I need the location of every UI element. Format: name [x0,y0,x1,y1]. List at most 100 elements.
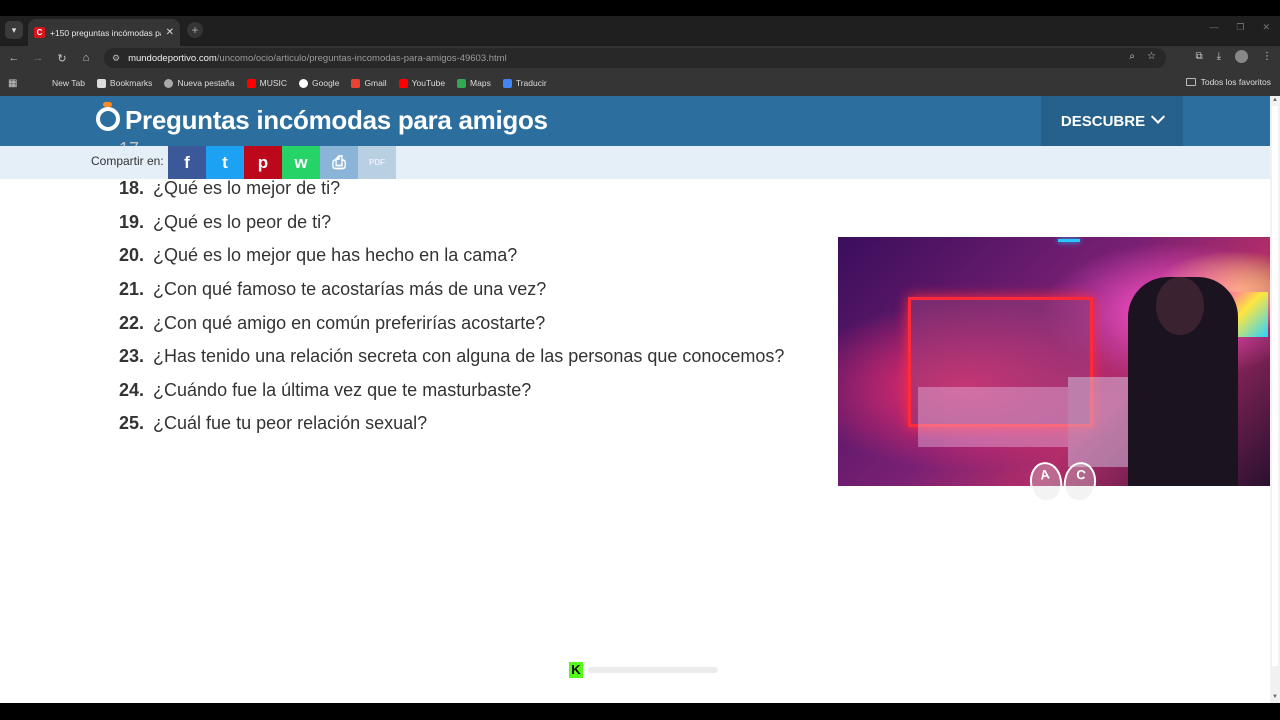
bookmark-item[interactable]: Maps [457,78,491,88]
question-item: 20. ¿Qué es lo mejor que has hecho en la … [119,239,784,273]
google-icon [299,78,309,88]
apps-grid-icon[interactable]: ▦ [8,78,24,89]
kick-logo-icon: K [569,661,583,678]
bookmark-label: Maps [470,78,491,88]
tab-title: +150 preguntas incómodas pa [50,27,161,38]
url-path: /uncomo/ocio/articulo/preguntas-incomoda… [216,52,507,64]
menu-kebab-icon[interactable]: ⋮ [1262,51,1272,62]
question-number: 25. [119,413,145,434]
site-favicon-icon: C [34,27,45,38]
question-item: 25. ¿Cuál fue tu peor relación sexual? [119,407,784,441]
print-icon: ⎙ [332,152,346,172]
folder-icon [1185,78,1196,86]
question-text: ¿Qué es lo mejor de ti? [153,178,341,199]
bookmark-item[interactable]: YouTube [398,78,446,88]
question-number: 18. [119,178,145,199]
scroll-thumb[interactable] [1272,106,1278,666]
bookmark-item[interactable]: New Tab [52,78,85,88]
bookmark-label: MUSIC [259,78,288,88]
youtube-icon [398,78,408,88]
question-item: 21. ¿Con qué famoso te acostarías más de … [119,273,784,307]
bookmark-label: Bookmarks [109,78,153,88]
cam-desk [918,387,1068,447]
home-icon[interactable]: ⌂ [78,50,94,66]
share-label: Compartir en: [91,154,164,168]
question-text: ¿Qué es lo mejor que has hecho en la cam… [153,245,518,266]
bookmark-item[interactable]: MUSIC [246,78,288,88]
sticker-overlay: A C [1027,459,1100,517]
whatsapp-share-button[interactable]: w [282,146,320,179]
question-text: ¿Con qué amigo en común preferirías acos… [153,312,546,333]
bookmark-item[interactable]: Traducir [502,78,547,88]
browser-tab[interactable]: C +150 preguntas incómodas pa ✕ [28,19,180,46]
tab-search-icon[interactable]: ▾ [5,21,23,39]
bookmark-item[interactable]: Gmail [351,78,387,88]
pinterest-share-button[interactable]: p [244,146,282,179]
download-icon[interactable]: ⤓ [1217,51,1221,62]
twitter-share-button[interactable]: t [206,146,244,179]
address-bar[interactable]: ⚙ mundodeportivo.com /uncomo/ocio/articu… [104,48,1166,68]
star-icon [96,78,106,88]
descubre-menu-button[interactable]: DESCUBRE [1041,96,1183,146]
bookmark-label: New Tab [52,78,85,88]
tab-strip: ▾ C +150 preguntas incómodas pa ✕ + — ❐ … [0,16,1280,46]
bookmark-item[interactable]: Google [299,78,339,88]
screen-top-edge [0,0,1280,16]
bookmark-star-icon[interactable]: ☆ [1147,51,1156,62]
chevron-down-icon [1151,109,1166,124]
toolbar-right-icons: ⧉ ⤓ ⋮ [1195,50,1272,63]
facebook-share-button[interactable]: f [168,146,206,179]
site-logo-icon[interactable] [96,107,120,131]
forward-arrow-icon[interactable]: → [30,50,46,66]
question-number: 24. [119,379,145,400]
bookmarks-bar: ▦ New Tab Bookmarks Nueva pestaña MUSIC Goog… [0,70,1280,96]
translate-icon [502,78,512,88]
bookmark-label: YouTube [411,78,446,88]
site-info-icon[interactable]: ⚙ [112,53,120,64]
question-text: ¿Has tenido una relación secreta con alg… [153,346,785,367]
url-host: mundodeportivo.com [128,52,217,64]
reload-icon[interactable]: ↻ [54,50,70,66]
all-favorites-button[interactable]: Todos los favoritos [1185,77,1271,87]
print-button[interactable]: ⎙ [320,146,358,179]
window-close-icon[interactable]: ✕ [1262,22,1270,33]
question-number: 19. [119,211,145,232]
maps-icon [457,78,467,88]
descubre-label: DESCUBRE [1060,112,1146,130]
scroll-down-icon[interactable]: ▼ [1271,694,1279,702]
web-page: Preguntas incómodas para amigos DESCUBRE… [0,96,1270,703]
bookmark-item[interactable]: Nueva pestaña [164,78,235,88]
question-text: ¿Con qué famoso te acostarías más de una… [153,279,547,300]
youtube-icon [246,78,256,88]
bookmark-item[interactable]: Bookmarks [96,78,153,88]
new-tab-plus-icon[interactable]: + [187,22,203,38]
question-list: 18. ¿Qué es lo mejor de ti? 19. ¿Qué es lo … [119,172,784,441]
pdf-button[interactable]: PDF [358,146,396,179]
profile-avatar[interactable] [1235,50,1248,63]
scroll-up-icon[interactable]: ▲ [1271,97,1279,105]
question-number: 23. [119,346,145,367]
minimize-icon[interactable]: — [1209,22,1218,33]
kick-watermark-text [588,666,718,673]
bookmark-label: Gmail [364,78,387,88]
bookmark-label: Traducir [515,78,547,88]
facebook-share-icon: f [184,152,190,172]
page-scrollbar[interactable]: ▲ ▼ [1270,96,1280,703]
all-favorites-label: Todos los favoritos [1200,77,1271,87]
bookmark-label: Google [312,78,340,88]
logo-accent [103,102,112,107]
bookmark-label: Nueva pestaña [177,78,235,88]
cam-person-head [1156,277,1204,335]
tab-close-icon[interactable]: ✕ [166,27,174,38]
zoom-icon[interactable]: ⌕ [1129,51,1135,62]
pinterest-share-icon: p [257,152,269,172]
question-item: 23. ¿Has tenido una relación secreta con … [119,340,784,374]
question-text: ¿Cuál fue tu peor relación sexual? [153,413,428,434]
twitter-share-icon: t [222,152,228,172]
page-title: Preguntas incómodas para amigos [125,105,548,135]
webcam-overlay [838,237,1270,486]
back-arrow-icon[interactable]: ← [6,50,22,66]
extensions-icon[interactable]: ⧉ [1195,51,1202,62]
question-number: 20. [119,245,145,266]
restore-icon[interactable]: ❐ [1236,22,1244,33]
